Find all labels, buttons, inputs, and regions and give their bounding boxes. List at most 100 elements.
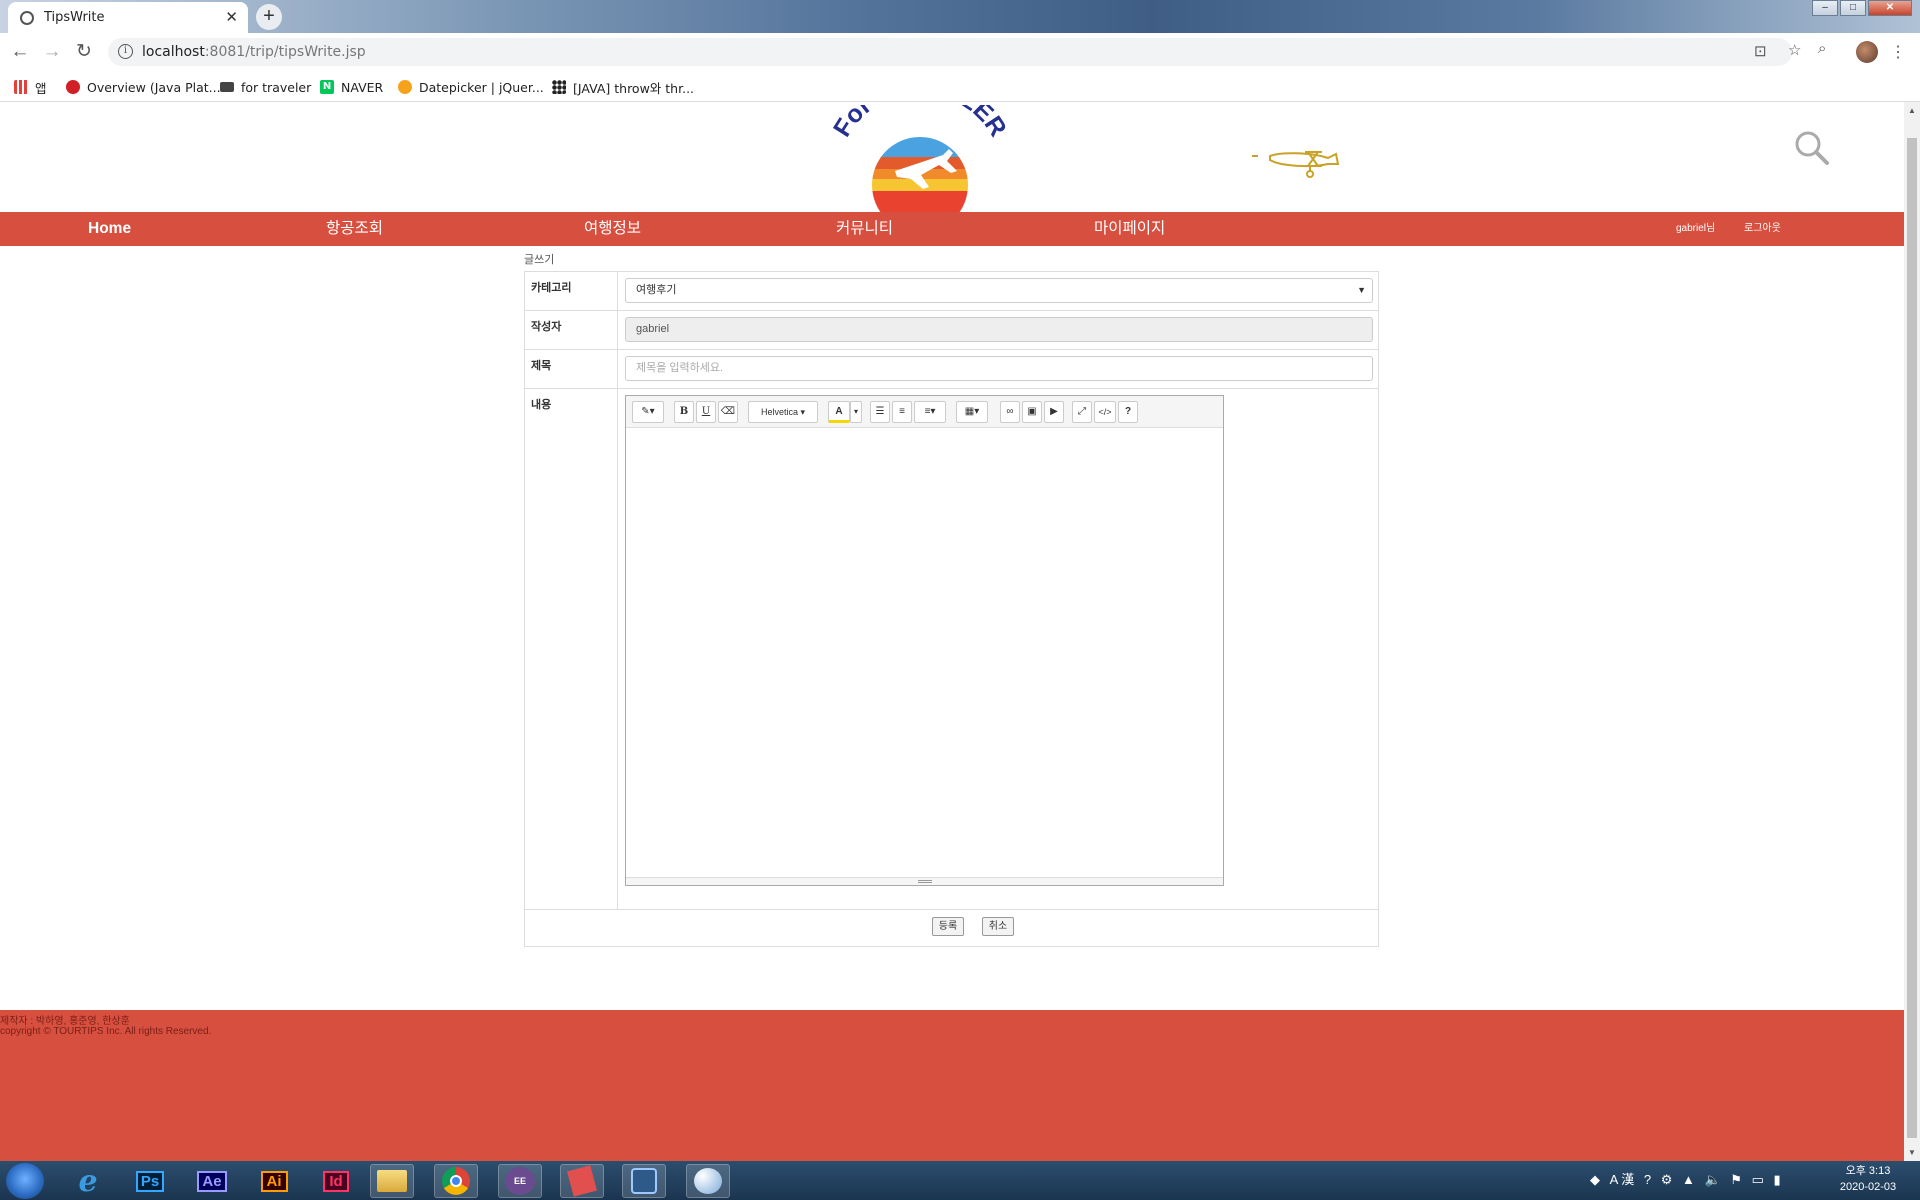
editor-resize-handle[interactable] [626,877,1223,885]
writer-row: 작성자 gabriel [525,311,1378,350]
font-family-dropdown[interactable]: Helvetica ▾ [748,401,818,423]
nav-travel-info[interactable]: 여행정보 [584,212,641,246]
link-icon[interactable]: ∞ [1000,401,1020,423]
battery-icon[interactable]: ▮ [1773,1172,1780,1187]
menu-kebab-icon[interactable]: ⋮ [1890,42,1906,62]
bold-icon[interactable]: B [674,401,694,423]
mysql-workbench-icon[interactable] [622,1164,666,1198]
writer-label: 작성자 [525,311,618,349]
bookmarks-bar: 앱 Overview (Java Plat... for traveler N … [0,71,1920,102]
bookmark-java-throw[interactable]: [JAVA] throw와 thr... [552,77,694,97]
code-view-icon[interactable]: </> [1094,401,1116,423]
flag-icon[interactable]: ⚑ [1730,1172,1742,1187]
window-controls: – □ ✕ [1812,0,1912,16]
main-nav-bar: Home 항공조회 여행정보 커뮤니티 마이페이지 gabriel님 로그아웃 [0,212,1904,246]
ime-indicator[interactable]: A 漢 [1610,1172,1635,1187]
file-explorer-icon[interactable] [370,1164,414,1198]
indesign-icon[interactable]: Id [314,1164,358,1198]
cancel-button[interactable]: 취소 [982,917,1014,936]
scroll-up-icon[interactable]: ▲ [1908,106,1916,115]
breadcrumb: 글쓰기 [524,254,555,266]
scroll-down-icon[interactable]: ▼ [1908,1148,1916,1157]
translate-icon[interactable]: ⊡ [1754,42,1767,60]
user-greeting: gabriel님 [1676,223,1716,234]
display-icon[interactable]: ▭ [1752,1172,1764,1187]
biplane-icon [1252,151,1340,178]
nav-flight-search[interactable]: 항공조회 [326,212,383,246]
bookmark-for-traveler[interactable]: for traveler [220,77,311,97]
windows-start-icon[interactable] [6,1163,44,1199]
tistory-icon [552,80,566,94]
scroll-thumb[interactable] [1907,138,1917,1138]
search-icon[interactable] [1794,130,1830,166]
browser-tab-strip: TipsWrite ✕ + – □ ✕ [0,0,1920,33]
network-shield-icon[interactable]: ◆ [1590,1172,1600,1187]
show-hidden-icons[interactable]: ▲ [1682,1172,1695,1187]
footer: 제작자 : 박하영, 홍준영, 한상훈 copyright © TOURTIPS… [0,1010,1904,1161]
submit-button[interactable]: 등록 [932,917,964,936]
content-label: 내용 [525,389,618,909]
page-scrollbar[interactable]: ▲ ▼ [1904,102,1920,1161]
settings-tray-icon[interactable]: ⚙ [1661,1172,1673,1187]
title-input[interactable]: 제목을 입력하세요. [625,356,1373,381]
after-effects-icon[interactable]: Ae [190,1164,234,1198]
bookmark-datepicker[interactable]: Datepicker | jQuer... [398,77,544,97]
nav-home[interactable]: Home [88,212,131,246]
bookmark-overview-java[interactable]: Overview (Java Plat... [66,77,221,97]
fullscreen-icon[interactable]: ⤢ [1072,401,1092,423]
chrome-icon[interactable] [434,1164,478,1198]
nav-mypage[interactable]: 마이페이지 [1094,212,1165,246]
video-icon[interactable]: ▶ [1044,401,1064,423]
bookmark-naver[interactable]: N NAVER [320,77,383,97]
page-icon [220,82,234,92]
category-select[interactable]: 여행후기 ▼ [625,278,1373,303]
notepad-icon[interactable] [560,1164,604,1198]
paragraph-align-icon[interactable]: ≡▾ [914,401,946,423]
bullet-list-icon[interactable]: ☰ [870,401,890,423]
bookmark-apps[interactable]: 앱 [14,77,47,97]
profile-avatar[interactable] [1856,41,1878,63]
tab-title: TipsWrite [44,10,105,25]
ie-icon[interactable]: e [66,1164,110,1199]
apps-grid-icon [14,80,28,94]
browser-toolbar: ← → ↻ i localhost:8081/trip/tipsWrite.js… [0,33,1920,71]
for-traveler-logo[interactable]: For TRAVELER [825,105,1015,213]
info-icon[interactable]: i [118,44,133,59]
color-dropdown-icon[interactable]: ▾ [850,401,862,423]
volume-icon[interactable]: 🔈 [1704,1172,1720,1187]
address-bar[interactable]: i localhost:8081/trip/tipsWrite.jsp ⊡ ☆ [108,38,1801,66]
photoshop-icon[interactable]: Ps [128,1164,172,1198]
paint-icon[interactable] [686,1164,730,1198]
title-label: 제목 [525,350,618,388]
help-icon[interactable]: ? [1118,401,1138,423]
forward-arrow-icon[interactable]: → [40,40,64,64]
minimize-button[interactable]: – [1812,0,1838,16]
numbered-list-icon[interactable]: ≡ [892,401,912,423]
table-icon[interactable]: ▦▾ [956,401,988,423]
illustrator-icon[interactable]: Ai [252,1164,296,1198]
web-page: For TRAVELER Home 항공조회 여행정보 커뮤니티 마이페이지 g… [0,102,1904,1161]
font-color-icon[interactable]: A [828,401,850,423]
rich-text-editor: ✎▾ B U ⌫ Helvetica ▾ A ▾ ☰ ≡ ≡▾ ▦▾ ∞ ▣ ▶… [625,395,1224,886]
help-tray-icon[interactable]: ? [1644,1172,1651,1187]
reload-icon[interactable]: ↻ [72,40,96,64]
logout-link[interactable]: 로그아웃 [1744,212,1781,246]
nav-community[interactable]: 커뮤니티 [836,212,893,246]
browser-tab[interactable]: TipsWrite ✕ [8,2,248,33]
url-text[interactable]: localhost:8081/trip/tipsWrite.jsp [142,44,366,60]
zoom-icon[interactable]: ⌕ [1818,40,1826,57]
bookmark-star-icon[interactable]: ☆ [1788,41,1801,59]
new-tab-button[interactable]: + [256,4,282,30]
naver-icon: N [320,80,334,94]
close-window-button[interactable]: ✕ [1868,0,1912,16]
java-ee-ide-icon[interactable]: EE [498,1164,542,1198]
system-clock[interactable]: 오후 3:13 2020-02-03 [1818,1163,1918,1195]
style-magic-wand-icon[interactable]: ✎▾ [632,401,664,423]
image-icon[interactable]: ▣ [1022,401,1042,423]
editor-content-area[interactable] [626,429,1223,877]
underline-icon[interactable]: U [696,401,716,423]
eraser-icon[interactable]: ⌫ [718,401,738,423]
back-arrow-icon[interactable]: ← [8,40,32,64]
close-tab-icon[interactable]: ✕ [225,8,238,26]
maximize-button[interactable]: □ [1840,0,1866,16]
